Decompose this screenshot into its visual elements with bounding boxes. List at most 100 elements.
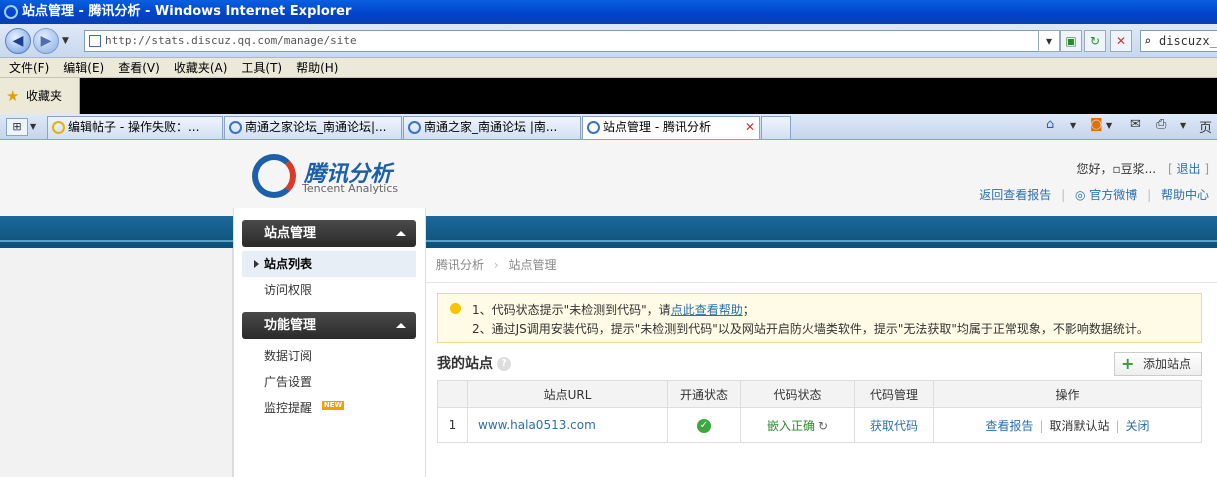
section-title: 功能管理 <box>264 318 317 333</box>
menu-help[interactable]: 帮助(H) <box>287 58 343 78</box>
quick-tabs-icon[interactable]: ⊞ <box>6 118 28 136</box>
sidebar-item-label: 监控提醒 <box>264 401 313 415</box>
button-label: 添加站点 <box>1143 357 1192 371</box>
history-dropdown-icon[interactable]: ▼ <box>62 36 69 46</box>
tab-forum-1[interactable]: 南通之家论坛_南通论坛|... <box>224 116 402 139</box>
print-dropdown-icon[interactable]: ▼ <box>1180 121 1186 130</box>
sidebar-item-access[interactable]: 访问权限 <box>242 277 416 303</box>
menu-file[interactable]: 文件(F) <box>0 58 54 78</box>
sidebar: 站点管理 站点列表 访问权限 功能管理 数据订阅 广告设置 监控提醒 NEW <box>233 208 426 477</box>
new-tab-button[interactable] <box>761 116 791 139</box>
tab-forum-2[interactable]: 南通之家_南通论坛 |南... <box>403 116 581 139</box>
section-heading: 我的站点 <box>437 356 493 372</box>
print-icon[interactable]: ⎙ <box>1156 117 1166 132</box>
address-dropdown-icon[interactable]: ▾ <box>1038 30 1060 52</box>
breadcrumb-root[interactable]: 腾讯分析 <box>436 258 484 272</box>
menu-tools[interactable]: 工具(T) <box>232 58 287 78</box>
home-icon[interactable]: ⌂ <box>1046 117 1054 132</box>
sidebar-item-site-list[interactable]: 站点列表 <box>242 251 416 277</box>
table-row: 1 www.hala0513.com ✓ 嵌入正确 ↻ 获取代码 查看报告 | 取消默… <box>437 407 1202 443</box>
sidebar-item-label: 访问权限 <box>264 283 313 297</box>
sidebar-item-ads[interactable]: 广告设置 <box>242 369 416 395</box>
col-actions: 操作 <box>933 380 1202 408</box>
col-open-status: 开通状态 <box>667 380 741 408</box>
new-badge: NEW <box>321 401 345 410</box>
back-button[interactable]: ◀ <box>5 28 31 54</box>
official-weibo-link[interactable]: 官方微博 <box>1089 188 1137 202</box>
feeds-icon[interactable]: ◙ <box>1090 117 1103 132</box>
tab-label: 站点管理 - 腾讯分析 <box>603 120 711 134</box>
sites-table: 站点URL 开通状态 代码状态 代码管理 操作 1 www.hala0513.c… <box>437 380 1202 443</box>
window-title: 站点管理 - 腾讯分析 - Windows Internet Explorer <box>22 4 352 19</box>
back-to-report-link[interactable]: 返回查看报告 <box>979 188 1051 202</box>
logout-link[interactable]: 退出 <box>1176 162 1200 176</box>
refresh-icon[interactable]: ↻ <box>1084 30 1106 52</box>
mail-icon[interactable]: ✉ <box>1130 117 1141 132</box>
logo-mark-icon <box>252 154 296 198</box>
collapse-icon <box>396 323 406 328</box>
col-code-status: 代码状态 <box>740 380 855 408</box>
menu-bar: 文件(F) 编辑(E) 查看(V) 收藏夹(A) 工具(T) 帮助(H) <box>0 58 1217 78</box>
menu-view[interactable]: 查看(V) <box>109 58 165 78</box>
greeting-text: 您好，▫豆浆... <box>1076 162 1157 176</box>
menu-edit[interactable]: 编辑(E) <box>54 58 109 78</box>
address-url: http://stats.discuz.qq.com/manage/site <box>105 34 357 47</box>
help-center-link[interactable]: 帮助中心 <box>1161 188 1209 202</box>
address-toolbar: ◀ ▶ ▼ http://stats.discuz.qq.com/manage/… <box>0 24 1217 58</box>
breadcrumb-current: 站点管理 <box>508 258 557 272</box>
favorites-button[interactable]: ★ 收藏夹 <box>0 78 80 114</box>
sidebar-item-label: 站点列表 <box>264 257 313 271</box>
arrow-right-icon <box>254 260 259 268</box>
tab-favicon-icon <box>587 121 600 134</box>
stop-icon[interactable]: ✕ <box>1110 30 1132 52</box>
add-site-button[interactable]: + 添加站点 <box>1114 352 1202 376</box>
feeds-dropdown-icon[interactable]: ▼ <box>1106 121 1112 130</box>
tip-box: 1、代码状态提示"未检测到代码"，请点此查看帮助； 2、通过JS调用安装代码，提… <box>437 293 1202 343</box>
left-background <box>0 248 233 477</box>
section-title: 站点管理 <box>264 226 317 241</box>
row-num: 1 <box>437 407 468 443</box>
sidebar-section-features[interactable]: 功能管理 <box>242 312 416 339</box>
forward-button[interactable]: ▶ <box>33 28 59 54</box>
divider <box>426 282 1217 283</box>
menu-favorites[interactable]: 收藏夹(A) <box>165 58 233 78</box>
page-icon <box>89 35 101 47</box>
sidebar-item-subscription[interactable]: 数据订阅 <box>242 343 416 369</box>
tab-favicon-icon <box>408 121 421 134</box>
search-input[interactable]: ⌕ discuzx_u <box>1140 30 1217 52</box>
site-url-link[interactable]: www.hala0513.com <box>478 418 596 432</box>
tab-edit-post[interactable]: 编辑帖子 - 操作失败：... <box>47 116 223 139</box>
check-icon: ✓ <box>697 419 711 433</box>
compat-view-icon[interactable]: ▣ <box>1060 30 1082 52</box>
refresh-status-icon[interactable]: ↻ <box>818 419 828 433</box>
tab-label: 南通之家_南通论坛 |南... <box>424 120 558 134</box>
home-dropdown-icon[interactable]: ▼ <box>1070 121 1076 130</box>
view-report-link[interactable]: 查看报告 <box>985 419 1033 433</box>
tab-label: 编辑帖子 - 操作失败：... <box>68 120 200 134</box>
get-code-link[interactable]: 获取代码 <box>870 419 918 433</box>
address-bar[interactable]: http://stats.discuz.qq.com/manage/site <box>84 30 1056 52</box>
tab-site-management[interactable]: 站点管理 - 腾讯分析 ✕ <box>582 116 760 139</box>
view-help-link[interactable]: 点此查看帮助 <box>671 303 743 317</box>
tip-text: 1、代码状态提示"未检测到代码"，请 <box>472 303 671 317</box>
star-icon: ★ <box>6 87 20 105</box>
cancel-default-link[interactable]: 取消默认站 <box>1049 419 1109 433</box>
favorites-bar: ★ 收藏夹 <box>0 78 1217 114</box>
code-status: 嵌入正确 <box>766 418 815 433</box>
tab-list-dropdown-icon[interactable]: ▼ <box>30 118 42 136</box>
close-link[interactable]: 关闭 <box>1126 419 1150 433</box>
site-header: 腾讯分析 Tencent Analytics 您好，▫豆浆... [ 退出 ] … <box>0 140 1217 216</box>
header-band <box>0 216 1217 248</box>
col-code-mgmt: 代码管理 <box>854 380 934 408</box>
tab-favicon-icon <box>229 121 242 134</box>
tab-bar: ⊞ ▼ 编辑帖子 - 操作失败：... 南通之家论坛_南通论坛|... 南通之家… <box>0 114 1217 155</box>
user-greeting: 您好，▫豆浆... [ 退出 ] <box>1076 162 1209 176</box>
breadcrumb: 腾讯分析 › 站点管理 <box>436 256 557 273</box>
col-url: 站点URL <box>467 380 668 408</box>
tencent-analytics-logo[interactable]: 腾讯分析 Tencent Analytics <box>252 152 412 202</box>
sidebar-section-site-management[interactable]: 站点管理 <box>242 220 416 247</box>
sidebar-item-monitor[interactable]: 监控提醒 NEW <box>242 395 416 421</box>
help-icon[interactable]: ? <box>497 357 511 371</box>
tip-line-1: 1、代码状态提示"未检测到代码"，请点此查看帮助； <box>472 301 755 318</box>
tab-close-icon[interactable]: ✕ <box>745 117 755 138</box>
